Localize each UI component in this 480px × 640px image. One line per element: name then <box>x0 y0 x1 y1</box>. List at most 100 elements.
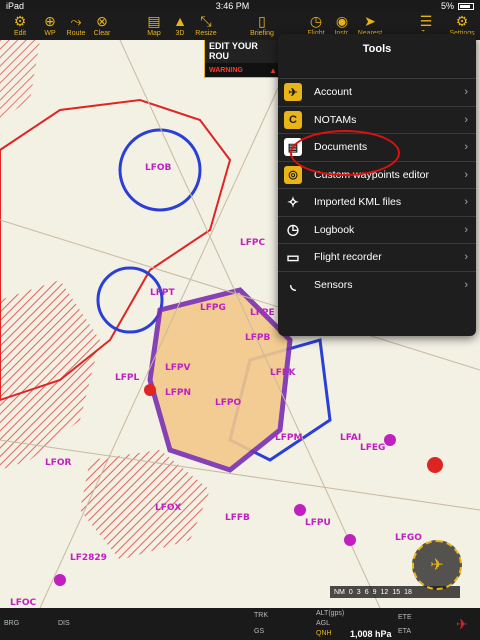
map-label: LFPC <box>240 238 265 248</box>
ete-label: ETE <box>398 614 412 621</box>
menu-item-imported-kml[interactable]: ✧ Imported KML files › <box>278 188 476 216</box>
warning-icon: ▲ <box>269 66 277 75</box>
menu-item-label: Documents <box>314 141 368 154</box>
map-label: LFPB <box>245 333 270 343</box>
chevron-right-icon: › <box>464 168 468 181</box>
route-edit-panel[interactable]: EDIT YOUR ROU WARNING ▲ <box>204 38 284 78</box>
gs-label: GS <box>254 628 265 635</box>
menu-item-label: Account <box>314 86 352 99</box>
plane-icon: ✈ <box>284 83 302 102</box>
map-label: LFPT <box>150 288 175 298</box>
alt-gps-label: ALT(gps) <box>316 610 345 617</box>
battery-icon <box>458 2 474 10</box>
map-label: LFPU <box>305 518 331 528</box>
scale-tick: 12 <box>380 588 389 596</box>
gauge-icon: ◉ <box>335 13 349 29</box>
sensor-icon: ◟ <box>290 276 296 293</box>
map-label: LFOX <box>155 503 181 513</box>
waypoint-icon: ◎ <box>284 165 302 184</box>
document-icon: ▯ <box>258 13 266 29</box>
menu-item-notams[interactable]: C NOTAMs › <box>278 105 476 134</box>
terrain-icon: ▲ <box>173 13 187 29</box>
menu-item-documents[interactable]: ▤ Documents › <box>278 133 476 161</box>
dis-label: DIS <box>58 620 70 627</box>
menu-item-label: Logbook <box>314 223 355 236</box>
compass-locator-button[interactable]: ✈ <box>412 540 462 590</box>
gear-icon: ⚙ <box>13 13 27 29</box>
status-right: 5% <box>441 1 474 11</box>
route-icon: ⤳ <box>70 13 82 29</box>
chevron-right-icon: › <box>464 223 468 236</box>
map-label: LFPL <box>115 373 139 383</box>
device-name: iPad <box>6 1 25 11</box>
menu-item-label: NOTAMs <box>314 113 357 126</box>
menu-item-account[interactable]: ✈ Account › <box>278 78 476 106</box>
map-label: LFOC <box>10 598 37 608</box>
menu-item-custom-waypoints[interactable]: ◎ Custom waypoints editor › <box>278 160 476 189</box>
trk-label: TRK <box>254 612 268 619</box>
resize-icon: ⤡ <box>200 13 212 29</box>
chevron-right-icon: › <box>464 86 468 99</box>
agl-label: AGL <box>316 620 331 627</box>
clock-icon: ◷ <box>286 221 300 238</box>
terrain-3d-button[interactable]: ▲ 3D <box>166 12 194 40</box>
menu-item-sensors[interactable]: ◟ Sensors › <box>278 270 476 299</box>
map-label: LFOR <box>45 458 72 468</box>
scale-tick: 3 <box>356 588 361 596</box>
map-button[interactable]: ▤ Map <box>140 12 168 40</box>
plane-icon: ✈ <box>430 557 444 574</box>
battery-percent: 5% <box>440 1 454 11</box>
edit-button[interactable]: ⚙ Edit <box>6 12 34 40</box>
gear-icon: ⚙ <box>455 13 469 29</box>
briefing-button[interactable]: ▯ Briefing <box>248 12 276 40</box>
instrument-bar: BRG DIS TRK GS ALT(gps) AGL QNH 1,008 hP… <box>0 608 480 640</box>
chevron-right-icon: › <box>464 278 468 291</box>
menu-item-label: Sensors <box>314 278 353 291</box>
menu-item-flight-recorder[interactable]: ▭ Flight recorder › <box>278 243 476 271</box>
menu-item-logbook[interactable]: ◷ Logbook › <box>278 215 476 244</box>
tools-menu-title: Tools <box>362 43 392 55</box>
route-panel-title: EDIT YOUR ROU <box>205 39 283 63</box>
map-icon: ▤ <box>147 13 161 29</box>
route-button[interactable]: ⤳ Route <box>62 12 90 40</box>
status-bar: iPad 3:46 PM 5% <box>0 0 480 12</box>
menu-item-label: Imported KML files <box>314 196 402 209</box>
route-warning-label: WARNING <box>209 67 243 74</box>
qnh-value: 1,008 hPa <box>350 629 392 639</box>
chevron-right-icon: › <box>464 196 468 209</box>
status-time: 3:46 PM <box>215 1 250 11</box>
compass-icon: ✧ <box>287 193 299 210</box>
clear-button[interactable]: ⊗ Clear <box>88 12 116 40</box>
clear-icon: ⊗ <box>96 13 108 29</box>
menu-item-label: Custom waypoints editor <box>314 168 429 181</box>
map-label: LF2829 <box>70 553 107 563</box>
notam-icon: C <box>284 110 302 129</box>
map-label: LFPK <box>270 368 296 378</box>
brg-label: BRG <box>4 620 20 627</box>
resize-button[interactable]: ⤡ Resize <box>192 12 220 40</box>
map-label: LFPE <box>250 308 275 318</box>
menu-item-label: Flight recorder <box>314 251 382 264</box>
waypoint-button[interactable]: ⊕ WP <box>36 12 64 40</box>
document-icon: ▤ <box>284 138 302 157</box>
map-label: LFAI <box>340 433 361 443</box>
scale-tick: 6 <box>364 588 369 596</box>
map-label: LFGO <box>395 533 422 543</box>
recorder-off-icon[interactable]: ✈ <box>456 616 468 633</box>
scale-tick: 0 <box>348 588 353 596</box>
chevron-right-icon: › <box>464 141 468 154</box>
chevron-right-icon: › <box>464 251 468 264</box>
eta-label: ETA <box>398 628 412 635</box>
chevron-right-icon: › <box>464 113 468 126</box>
map-label: LFPO <box>215 398 241 408</box>
map-label: LFPN <box>165 388 191 398</box>
scale-unit: NM <box>334 588 345 596</box>
map-label: LFFB <box>225 513 250 523</box>
pin-icon: ⊕ <box>44 13 56 29</box>
recorder-icon: ▭ <box>286 248 300 265</box>
map-label: LFPG <box>200 303 226 313</box>
map-label: LFEG <box>360 443 385 453</box>
tools-menu: Tools ✈ Account › C NOTAMs › ▤ Documents… <box>278 34 476 336</box>
nearest-icon: ➤ <box>364 13 376 29</box>
qnh-label: QNH <box>316 630 332 637</box>
